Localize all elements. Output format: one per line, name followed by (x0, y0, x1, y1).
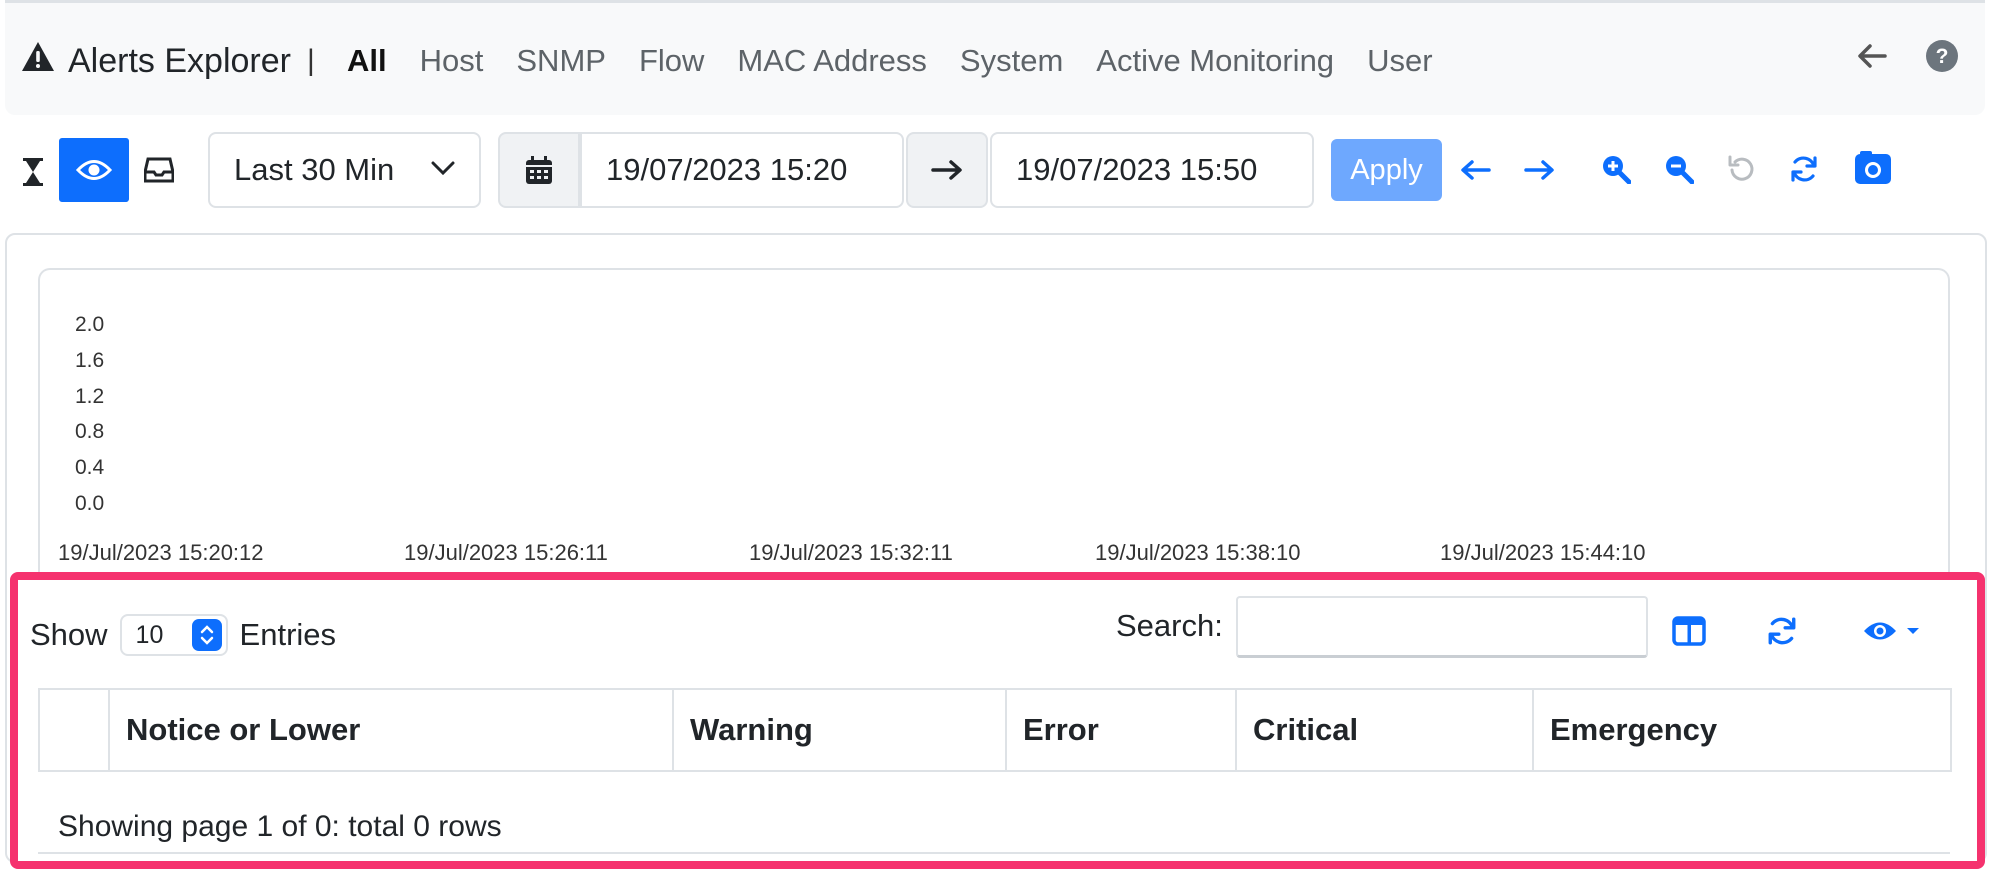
columns-toggle-icon[interactable] (1670, 612, 1708, 650)
column-header-notice[interactable]: Notice or Lower (108, 688, 674, 772)
left-arrow-icon[interactable] (1458, 152, 1494, 188)
entries-select[interactable]: 10 (119, 614, 228, 656)
refresh-icon[interactable] (1786, 151, 1822, 187)
column-header-critical[interactable]: Critical (1235, 688, 1534, 772)
back-arrow-icon[interactable] (1857, 43, 1887, 74)
y-tick-label: 0.8 (75, 420, 105, 443)
tab-flow[interactable]: Flow (639, 43, 704, 79)
tab-mac-address[interactable]: MAC Address (737, 43, 927, 79)
select-arrows-icon (191, 619, 222, 651)
table-bottom-divider (38, 852, 1950, 854)
column-header-emergency[interactable]: Emergency (1532, 688, 1952, 772)
alert-type-tabs: All Host SNMP Flow MAC Address System Ac… (347, 35, 1466, 87)
warning-icon (20, 40, 56, 83)
eye-icon (1864, 622, 1896, 640)
x-tick-label: 19/Jul/2023 15:20:12 (58, 540, 264, 565)
begin-date-input[interactable]: 19/07/2023 15:20 (580, 132, 904, 208)
time-range-value: Last 30 Min (234, 152, 395, 187)
tab-user[interactable]: User (1367, 43, 1432, 79)
right-arrow-icon[interactable] (1521, 152, 1557, 188)
chevron-down-icon (431, 161, 455, 180)
zoom-out-icon[interactable] (1661, 151, 1697, 187)
help-icon[interactable]: ? (1925, 39, 1959, 78)
calendar-icon (526, 156, 552, 184)
begin-date-value: 19/07/2023 15:20 (606, 152, 848, 187)
table-refresh-icon[interactable] (1763, 612, 1801, 650)
x-tick-label: 19/Jul/2023 15:32:11 (749, 540, 953, 565)
top-navbar: Alerts Explorer | All Host SNMP Flow MAC… (5, 0, 1985, 115)
search-input[interactable] (1236, 596, 1648, 658)
entries-control: Show 10 Entries (30, 612, 336, 658)
undo-icon[interactable] (1724, 151, 1760, 187)
tab-host[interactable]: Host (420, 43, 484, 79)
x-tick-label: 19/Jul/2023 15:26:11 (404, 540, 608, 565)
inbox-icon[interactable] (140, 150, 178, 190)
title-text: Alerts Explorer (68, 41, 291, 80)
range-arrow-button (906, 132, 988, 208)
show-label: Show (30, 617, 108, 652)
end-date-value: 19/07/2023 15:50 (1016, 152, 1258, 187)
column-header-blank[interactable] (38, 688, 110, 772)
eye-icon (76, 160, 112, 180)
y-tick-label: 0.4 (75, 456, 105, 479)
alerts-table: Notice or Lower Warning Error Critical E… (38, 688, 1952, 772)
table-header-row: Notice or Lower Warning Error Critical E… (38, 688, 1952, 772)
visibility-dropdown[interactable] (1858, 612, 1924, 650)
y-tick-label: 1.6 (75, 349, 105, 372)
hourglass-icon[interactable] (14, 152, 52, 192)
search-label: Search: (1116, 608, 1223, 643)
svg-text:?: ? (1936, 45, 1949, 68)
column-header-error[interactable]: Error (1005, 688, 1237, 772)
pagination-info: Showing page 1 of 0: total 0 rows (58, 810, 502, 843)
y-tick-label: 2.0 (75, 313, 105, 336)
snapshot-icon[interactable] (1852, 149, 1894, 187)
page-title: Alerts Explorer | (20, 35, 319, 87)
title-separator: | (306, 44, 315, 77)
right-arrow-icon (931, 160, 962, 180)
eye-view-button[interactable] (59, 138, 129, 202)
column-header-warning[interactable]: Warning (672, 688, 1007, 772)
caret-down-icon (1907, 628, 1919, 634)
time-toolbar: Last 30 Min 19/07/2023 15:20 19/07/2023 … (0, 130, 2006, 212)
alerts-timeseries-chart (38, 268, 1950, 578)
tab-snmp[interactable]: SNMP (516, 43, 606, 79)
zoom-in-icon[interactable] (1598, 151, 1634, 187)
apply-button[interactable]: Apply (1331, 139, 1442, 201)
tab-all[interactable]: All (347, 43, 387, 79)
entries-label: Entries (239, 617, 337, 652)
time-range-select[interactable]: Last 30 Min (208, 132, 481, 208)
entries-value: 10 (135, 620, 164, 649)
tab-active-monitoring[interactable]: Active Monitoring (1096, 43, 1334, 79)
x-tick-label: 19/Jul/2023 15:38:10 (1095, 540, 1301, 565)
end-date-input[interactable]: 19/07/2023 15:50 (990, 132, 1314, 208)
tab-system[interactable]: System (960, 43, 1063, 79)
x-tick-label: 19/Jul/2023 15:44:10 (1440, 540, 1646, 565)
y-tick-label: 1.2 (75, 385, 105, 408)
y-tick-label: 0.0 (75, 492, 105, 515)
calendar-button[interactable] (498, 132, 580, 208)
